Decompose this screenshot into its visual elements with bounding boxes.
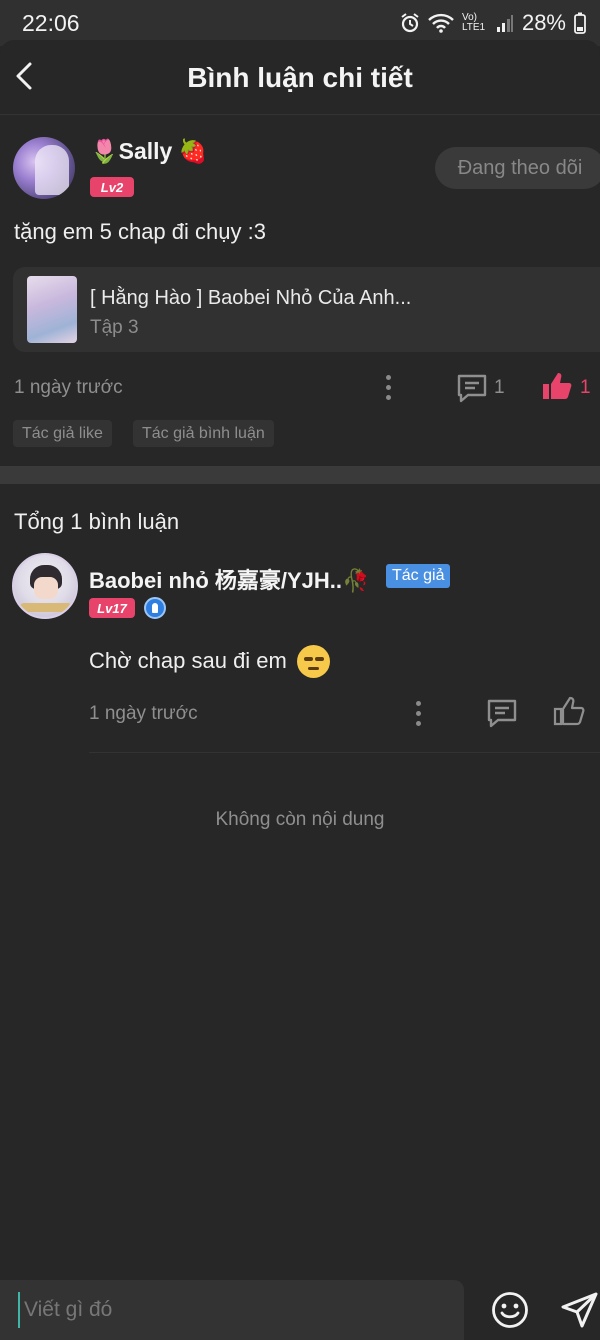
level-badge: Lv2 — [90, 177, 134, 197]
comment-count: 1 — [494, 377, 505, 398]
section-divider — [0, 466, 600, 484]
battery-label: 28% — [521, 10, 566, 35]
tag-author-comment: Tác giả bình luận — [133, 420, 274, 447]
comment-composer — [0, 1280, 464, 1340]
reply-text: Chờ chap sau đi em — [89, 648, 287, 673]
level-badge: Lv17 — [89, 598, 135, 618]
reply-username[interactable]: Baobei nhỏ 杨嘉豪/YJH..🥀 — [89, 563, 369, 595]
like-icon[interactable] — [541, 371, 573, 401]
author-badge: Tác giả — [386, 564, 451, 588]
wifi-icon — [428, 13, 454, 33]
battery-icon — [574, 12, 586, 34]
network-label: Vo) LTE1 — [461, 12, 486, 33]
total-comments-label: Tổng 1 bình luận — [14, 509, 180, 534]
follow-button[interactable]: Đang theo dõi — [435, 147, 600, 189]
reply-time: 1 ngày trước — [89, 703, 198, 724]
avatar[interactable] — [13, 137, 75, 199]
app-header: Bình luận chi tiết — [0, 40, 600, 116]
post-text: tặng em 5 chap đi chụy :3 — [14, 219, 266, 244]
relieved-face-emoji-icon — [297, 645, 330, 678]
emoji-icon[interactable] — [491, 1291, 529, 1329]
signal-icon — [496, 15, 513, 32]
post-time: 1 ngày trước — [14, 377, 123, 398]
reply-more-options-button[interactable] — [416, 701, 422, 727]
comment-input[interactable] — [18, 1292, 456, 1328]
chapter-card[interactable]: [ Hằng Hào ] Baobei Nhỏ Của Anh... Tập 3 — [13, 267, 600, 352]
comment-icon[interactable] — [456, 373, 488, 403]
alarm-icon — [401, 13, 419, 33]
avatar[interactable] — [12, 553, 78, 619]
page-title: Bình luận chi tiết — [187, 62, 413, 93]
reply-like-icon[interactable] — [553, 696, 585, 726]
tag-author-like: Tác giả like — [13, 420, 112, 447]
post-username[interactable]: 🌷Sally 🍓 — [90, 138, 207, 165]
status-time: 22:06 — [22, 10, 80, 36]
end-of-list-label: Không còn nội dung — [215, 809, 385, 830]
reply-comment-icon[interactable] — [486, 698, 518, 728]
medal-icon — [144, 597, 166, 619]
more-options-button[interactable] — [386, 375, 392, 401]
chapter-episode: Tập 3 — [90, 317, 139, 338]
chapter-thumbnail — [27, 276, 77, 343]
send-icon[interactable] — [560, 1290, 600, 1330]
header-divider — [0, 114, 600, 115]
reply-divider — [89, 752, 600, 753]
status-icons: Vo) LTE1 28% — [400, 10, 586, 36]
chapter-title: [ Hằng Hào ] Baobei Nhỏ Của Anh... — [90, 287, 412, 309]
like-count: 1 — [580, 377, 591, 398]
